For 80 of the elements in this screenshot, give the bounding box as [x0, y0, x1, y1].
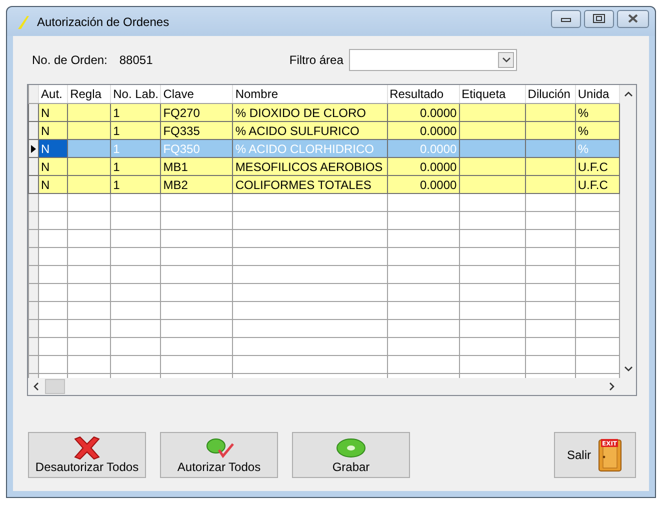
table-cell	[68, 158, 111, 176]
table-cell	[68, 122, 111, 140]
table-cell: MB2	[160, 176, 233, 194]
table-cell: 1	[110, 158, 161, 176]
action-button[interactable]: Autorizar Todos	[160, 432, 278, 478]
scroll-up-icon[interactable]	[624, 91, 633, 97]
table-cell: 1	[110, 176, 161, 194]
table-cell	[459, 140, 526, 158]
disc-icon	[335, 436, 367, 460]
vertical-scrollbar[interactable]	[620, 85, 636, 378]
table-cell	[68, 176, 111, 194]
maximize-icon	[593, 14, 605, 23]
table-cell: 1	[110, 140, 161, 158]
action-button[interactable]: Grabar	[292, 432, 410, 478]
table-cell: N	[38, 104, 68, 122]
table-row[interactable]: N 1 MB1 MESOFILICOS AEROBIOS 0.0000 U.F.C	[28, 158, 620, 176]
table-cell	[525, 122, 576, 140]
table-cell	[525, 104, 576, 122]
table-cell	[459, 122, 526, 140]
column-header[interactable]: No. Lab.	[110, 85, 161, 104]
current-row-icon	[31, 144, 36, 152]
scroll-down-icon[interactable]	[624, 366, 633, 372]
order-number: 88051	[119, 53, 154, 67]
table-cell: %	[575, 140, 620, 158]
table-cell: 1	[110, 122, 161, 140]
table-cell: COLIFORMES TOTALES	[232, 176, 388, 194]
table-cell: U.F.C	[575, 176, 620, 194]
table-row[interactable]: N 1 MB2 COLIFORMES TOTALES 0.0000 U.F.C	[28, 176, 620, 194]
table-cell: 1	[110, 104, 161, 122]
column-header[interactable]: Unida	[575, 85, 620, 104]
table-cell: N	[38, 176, 68, 194]
table-cell: % DIOXIDO DE CLORO	[232, 104, 388, 122]
table-cell: %	[575, 122, 620, 140]
table-cell: MESOFILICOS AEROBIOS	[232, 158, 388, 176]
column-header[interactable]: Nombre	[232, 85, 388, 104]
table-cell: N	[38, 158, 68, 176]
table-cell	[525, 140, 576, 158]
minimize-button[interactable]	[551, 10, 581, 28]
table-cell	[459, 104, 526, 122]
table-cell: %	[575, 104, 620, 122]
scroll-right-icon[interactable]	[609, 382, 615, 391]
column-header[interactable]: Resultado	[387, 85, 460, 104]
table-cell: MB1	[160, 158, 233, 176]
table-cell: FQ350	[160, 140, 233, 158]
table-cell: N	[38, 140, 68, 158]
close-button[interactable]	[617, 10, 649, 28]
table-cell: 0.0000	[387, 104, 460, 122]
table-cell: 0.0000	[387, 122, 460, 140]
table-cell: 0.0000	[387, 140, 460, 158]
table-cell	[459, 176, 526, 194]
minimize-icon	[561, 16, 571, 22]
column-header[interactable]: Aut.	[38, 85, 68, 104]
order-label: No. de Orden:	[32, 53, 108, 67]
table-cell	[525, 158, 576, 176]
table-cell	[68, 104, 111, 122]
table-cell: 0.0000	[387, 158, 460, 176]
table-cell: FQ270	[160, 104, 233, 122]
table-row[interactable]: N 1 FQ270 % DIOXIDO DE CLORO 0.0000 %	[28, 104, 620, 122]
table-row[interactable]: N 1 FQ335 % ACIDO SULFURICO 0.0000 %	[28, 122, 620, 140]
column-header[interactable]: Dilución	[525, 85, 576, 104]
table-cell: % ACIDO CLORHIDRICO	[232, 140, 388, 158]
table-cell: FQ335	[160, 122, 233, 140]
table-cell	[459, 158, 526, 176]
table-cell: 0.0000	[387, 176, 460, 194]
action-button[interactable]: Desautorizar Todos	[28, 432, 146, 478]
column-header[interactable]: Etiqueta	[459, 85, 526, 104]
scrollbar-thumb[interactable]	[45, 379, 65, 394]
table-cell	[525, 176, 576, 194]
table-cell: U.F.C	[575, 158, 620, 176]
column-header[interactable]: Regla	[68, 85, 111, 104]
column-header[interactable]: Clave	[160, 85, 233, 104]
close-icon	[628, 14, 638, 23]
maximize-button[interactable]	[584, 10, 614, 28]
window-title: Autorización de Ordenes	[37, 14, 170, 28]
table-row[interactable]: N 1 FQ350 % ACIDO CLORHIDRICO 0.0000 %	[28, 140, 620, 158]
table-cell: % ACIDO SULFURICO	[232, 122, 388, 140]
table-cell	[68, 140, 111, 158]
table-cell: N	[38, 122, 68, 140]
filter-label: Filtro área	[289, 53, 344, 67]
scroll-left-icon[interactable]	[33, 382, 39, 391]
